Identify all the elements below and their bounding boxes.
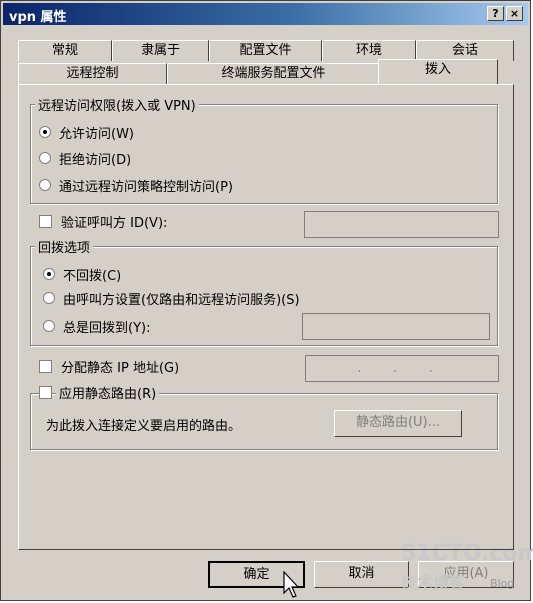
tab-member-of[interactable]: 隶属于: [112, 40, 209, 61]
cancel-button[interactable]: 取消: [314, 561, 409, 588]
watermark-text: 技术博客: [401, 573, 466, 592]
tab-sessions[interactable]: 会话: [416, 40, 514, 61]
help-button[interactable]: ?: [487, 6, 504, 21]
dial-in-panel: [18, 84, 514, 550]
tab-profile[interactable]: 配置文件: [209, 40, 322, 61]
tab-terminal-services-profile[interactable]: 终端服务配置文件: [167, 63, 380, 84]
watermark-blog: Blog: [490, 577, 515, 590]
static-routes-checkbox[interactable]: [39, 386, 52, 399]
close-icon: ×: [509, 7, 520, 20]
properties-dialog: vpn 属性 ? × 常规 隶属于 配置文件 环境 会话 远程控制 终端服务配置…: [0, 0, 533, 601]
tab-remote-control[interactable]: 远程控制: [18, 63, 167, 84]
tab-general[interactable]: 常规: [18, 40, 112, 61]
close-button[interactable]: ×: [506, 6, 523, 21]
tab-dial-in[interactable]: 拨入: [378, 59, 498, 84]
tab-environment[interactable]: 环境: [322, 40, 416, 61]
mouse-cursor-icon: [283, 571, 299, 598]
window-title: vpn 属性: [9, 10, 67, 25]
title-bar[interactable]: vpn 属性 ? ×: [3, 3, 528, 25]
